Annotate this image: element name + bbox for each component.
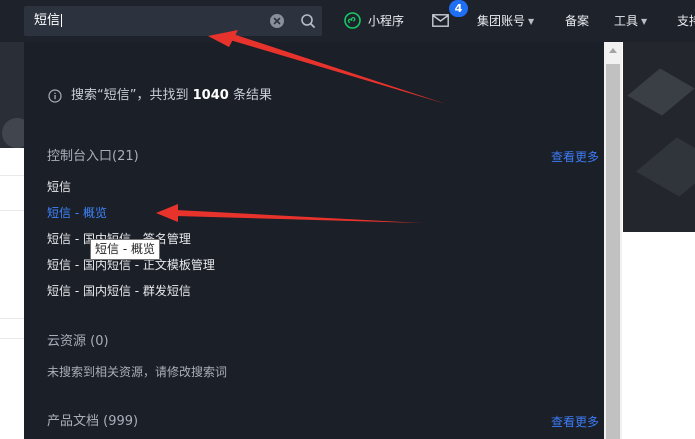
- hero-banner-right: [623, 42, 695, 232]
- mini-program-icon[interactable]: [344, 12, 361, 29]
- result-item-active[interactable]: 短信 - 概览: [47, 204, 107, 222]
- summary-prefix: 搜索“短信”，共找到: [71, 88, 189, 103]
- chevron-down-icon: ▼: [641, 16, 648, 26]
- top-nav-bar: 短信 小程序 4 集团账号▼ 备案 工具▼ 支持: [0, 0, 695, 42]
- nav-tools[interactable]: 工具 ▼: [614, 12, 647, 31]
- mail-icon[interactable]: [432, 14, 449, 27]
- hover-tooltip: 短信 - 概览: [90, 239, 160, 260]
- search-summary: 搜索“短信”，共找到 1040 条结果: [71, 87, 272, 105]
- console-section-title: 控制台入口(21): [47, 149, 139, 164]
- clear-icon[interactable]: [270, 14, 284, 28]
- mail-count-badge: 4: [449, 0, 468, 17]
- search-query-text[interactable]: 短信: [34, 12, 63, 30]
- search-input[interactable]: 短信: [24, 6, 322, 36]
- docs-more-link[interactable]: 查看更多: [551, 413, 599, 431]
- summary-suffix: 条结果: [232, 88, 272, 103]
- scroll-thumb[interactable]: [606, 64, 620, 439]
- cloud-empty-message: 未搜索到相关资源，请修改搜索词: [47, 365, 228, 379]
- nav-group-account-label: 集团账号: [477, 14, 526, 28]
- result-item[interactable]: 短信 - 国内短信 - 群发短信: [47, 282, 191, 300]
- hero-cube: [635, 137, 695, 197]
- scroll-up-arrow-icon[interactable]: [609, 48, 617, 53]
- console-more-link[interactable]: 查看更多: [551, 148, 599, 166]
- cloud-section-title: 云资源 (0): [47, 334, 109, 349]
- nav-group-account[interactable]: 集团账号 ▼: [477, 12, 534, 31]
- chevron-down-icon: ▼: [528, 16, 535, 26]
- nav-mini-program[interactable]: 小程序: [368, 12, 404, 30]
- search-icon[interactable]: [300, 13, 316, 29]
- hero-banner-left: [0, 42, 32, 148]
- nav-support[interactable]: 支持: [677, 12, 695, 30]
- docs-section-title: 产品文档 (999): [47, 414, 139, 429]
- nav-tools-label: 工具: [614, 14, 639, 28]
- info-icon: [48, 89, 62, 103]
- hero-cube: [627, 68, 695, 116]
- dropdown-scrollbar[interactable]: [604, 42, 622, 439]
- result-item[interactable]: 短信: [47, 178, 71, 196]
- result-count: 1040: [192, 88, 229, 103]
- nav-beian[interactable]: 备案: [565, 12, 589, 30]
